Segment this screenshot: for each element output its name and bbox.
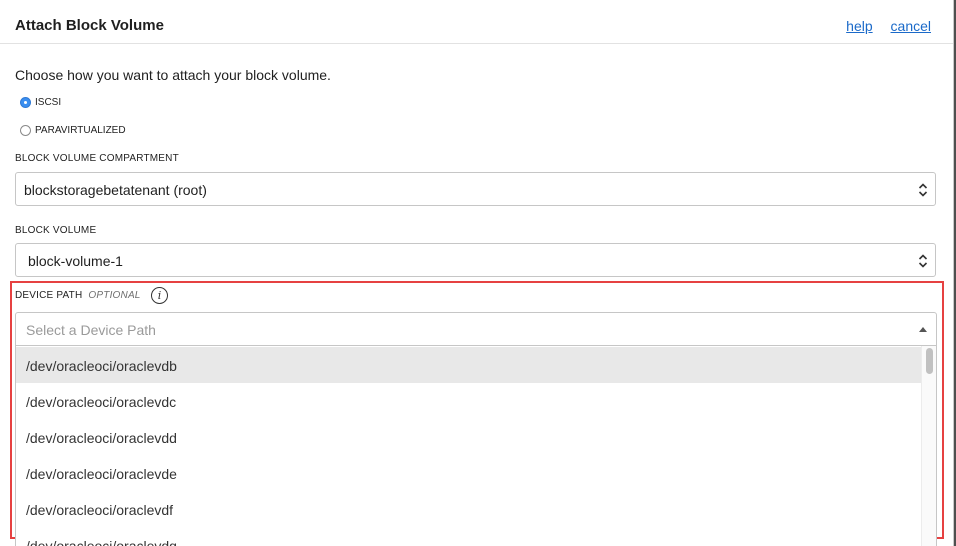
device-path-option[interactable]: /dev/oracleoci/oraclevdb bbox=[16, 347, 922, 383]
compartment-select[interactable]: blockstoragebetatenant (root) bbox=[15, 172, 936, 206]
scrollbar-thumb[interactable] bbox=[926, 348, 933, 374]
radio-iscsi[interactable]: ISCSI bbox=[20, 97, 61, 108]
compartment-value: blockstoragebetatenant (root) bbox=[24, 182, 207, 198]
compartment-label: BLOCK VOLUME COMPARTMENT bbox=[15, 153, 179, 164]
info-icon[interactable]: i bbox=[151, 287, 168, 304]
device-path-placeholder: Select a Device Path bbox=[26, 322, 156, 338]
block-volume-value: block-volume-1 bbox=[28, 253, 123, 269]
caret-up-icon bbox=[919, 327, 927, 332]
device-path-option[interactable]: /dev/oracleoci/oraclevde bbox=[16, 455, 922, 491]
header-links: help cancel bbox=[832, 18, 931, 34]
radio-label: ISCSI bbox=[35, 97, 62, 108]
device-path-option[interactable]: /dev/oracleoci/oraclevdf bbox=[16, 491, 922, 527]
block-volume-select[interactable]: block-volume-1 bbox=[15, 243, 936, 277]
updown-chevron-icon bbox=[918, 254, 928, 268]
radio-paravirtualized[interactable]: PARAVIRTUALIZED bbox=[20, 125, 126, 136]
radio-icon[interactable] bbox=[20, 125, 31, 136]
attach-block-volume-dialog: Attach Block Volume help cancel Choose h… bbox=[0, 0, 954, 546]
updown-chevron-icon bbox=[918, 183, 928, 197]
device-path-label-text: DEVICE PATH bbox=[15, 290, 83, 301]
help-link[interactable]: help bbox=[846, 18, 872, 34]
dialog-title: Attach Block Volume bbox=[15, 17, 164, 34]
radio-icon[interactable] bbox=[20, 97, 31, 108]
device-path-option[interactable]: /dev/oracleoci/oraclevdd bbox=[16, 419, 922, 455]
intro-text: Choose how you want to attach your block… bbox=[15, 67, 331, 83]
device-path-listbox[interactable]: /dev/oracleoci/oraclevdb /dev/oracleoci/… bbox=[15, 346, 937, 546]
radio-label: PARAVIRTUALIZED bbox=[35, 125, 126, 136]
device-path-label: DEVICE PATH OPTIONAL bbox=[15, 290, 141, 301]
dialog-header: Attach Block Volume help cancel bbox=[0, 0, 953, 44]
block-volume-label: BLOCK VOLUME bbox=[15, 225, 97, 236]
device-path-option[interactable]: /dev/oracleoci/oraclevdg bbox=[16, 527, 922, 546]
device-path-select[interactable]: Select a Device Path bbox=[15, 312, 937, 346]
device-path-option[interactable]: /dev/oracleoci/oraclevdc bbox=[16, 383, 922, 419]
cancel-link[interactable]: cancel bbox=[891, 18, 931, 34]
optional-tag: OPTIONAL bbox=[88, 290, 141, 301]
listbox-scrollbar[interactable] bbox=[921, 346, 936, 546]
